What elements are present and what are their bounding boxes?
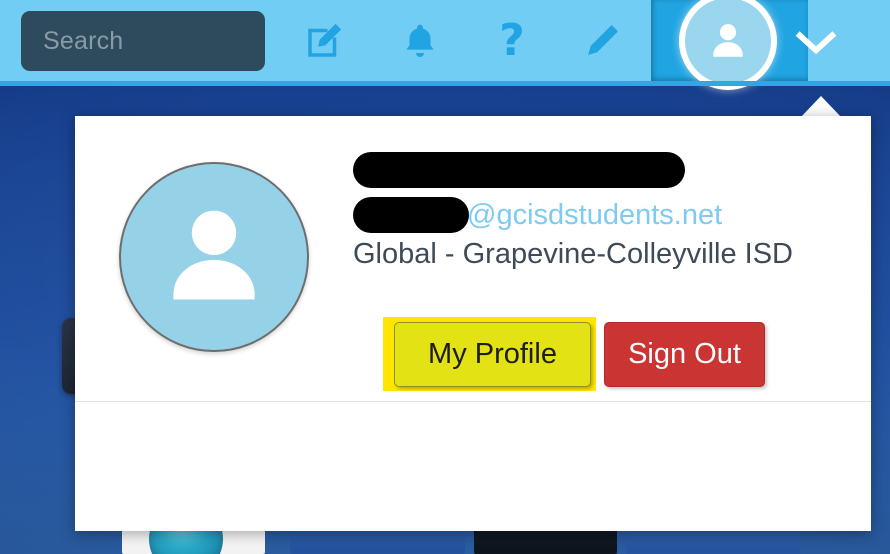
app-screen: Search ? @gcisdstudents.net Global - Gra… bbox=[0, 0, 890, 554]
background-tile-blue-2[interactable] bbox=[626, 529, 801, 554]
tile-bubble-icon bbox=[149, 528, 223, 554]
redacted-display-name bbox=[353, 152, 685, 188]
pencil-icon[interactable] bbox=[576, 16, 628, 66]
top-navigation-bar: Search ? bbox=[0, 0, 890, 90]
sign-out-button-label: Sign Out bbox=[628, 338, 741, 370]
background-tile-white[interactable] bbox=[122, 528, 265, 554]
search-input[interactable]: Search bbox=[21, 11, 265, 71]
my-profile-button-label: My Profile bbox=[428, 338, 557, 370]
account-actions-section bbox=[75, 402, 871, 531]
sign-out-button[interactable]: Sign Out bbox=[604, 322, 765, 387]
dropdown-pointer bbox=[800, 96, 842, 118]
email-domain: @gcisdstudents.net bbox=[467, 198, 723, 231]
top-bar-underline bbox=[0, 81, 890, 86]
background-tile-dark[interactable] bbox=[474, 529, 617, 554]
account-details: @gcisdstudents.net Global - Grapevine-Co… bbox=[353, 152, 853, 271]
redacted-username bbox=[353, 197, 469, 233]
my-profile-button[interactable]: My Profile bbox=[394, 322, 591, 387]
help-icon[interactable]: ? bbox=[486, 16, 538, 66]
compose-icon[interactable] bbox=[298, 16, 350, 66]
search-placeholder: Search bbox=[43, 26, 124, 55]
chevron-down-icon[interactable] bbox=[793, 22, 839, 60]
organization-label: Global - Grapevine-Colleyville ISD bbox=[353, 238, 793, 270]
account-email: @gcisdstudents.net bbox=[353, 197, 853, 233]
help-question-mark: ? bbox=[499, 15, 525, 66]
bell-icon[interactable] bbox=[394, 16, 446, 66]
profile-avatar[interactable] bbox=[119, 162, 309, 352]
background-tile-blue[interactable] bbox=[290, 529, 465, 554]
